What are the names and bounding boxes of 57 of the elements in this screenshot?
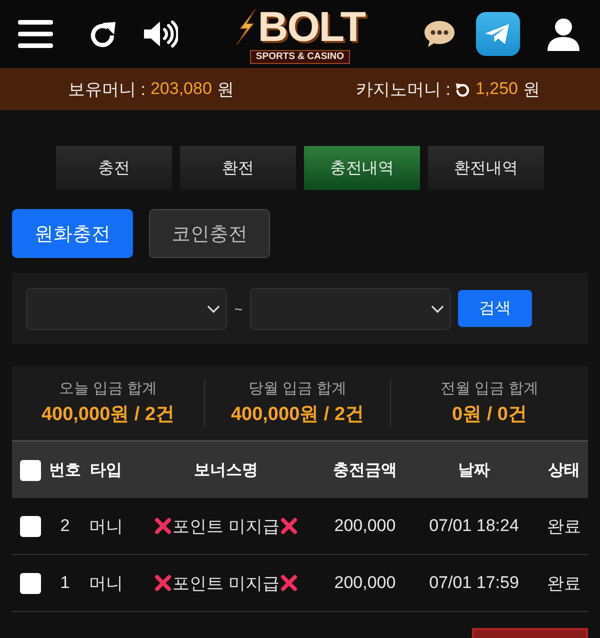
column-header: 날짜 bbox=[457, 460, 491, 480]
column-header: 충전금액 bbox=[332, 460, 398, 480]
deposit-type-button[interactable]: 원화충전 bbox=[12, 209, 133, 258]
user-icon[interactable] bbox=[547, 18, 580, 50]
table-cell-text: 1 bbox=[59, 573, 71, 593]
balance-value: 1,250 bbox=[475, 79, 518, 99]
menu-icon[interactable] bbox=[18, 20, 53, 48]
logo-text: BOLT bbox=[258, 4, 366, 48]
bonus-name: 포인트 미지급 bbox=[172, 572, 280, 594]
speaker-icon[interactable] bbox=[143, 20, 178, 48]
table-cell-text: 완료 bbox=[546, 516, 582, 538]
balance-label: 보유머니 : bbox=[68, 78, 146, 100]
refresh-icon[interactable] bbox=[88, 20, 117, 48]
table-cell-text: 머니 bbox=[88, 572, 124, 594]
tab[interactable]: 충전내역 bbox=[304, 146, 420, 190]
telegram-icon[interactable] bbox=[476, 12, 520, 56]
table-cell-text: 200,000 bbox=[333, 573, 397, 593]
total-label: 당월 입금 합계 bbox=[248, 379, 347, 398]
cross-icon bbox=[280, 517, 298, 535]
row-checkbox[interactable] bbox=[20, 516, 40, 536]
tab[interactable]: 환전 bbox=[180, 146, 296, 190]
logo-tagline: SPORTS & CASINO bbox=[250, 50, 350, 64]
cross-icon bbox=[280, 574, 298, 592]
balance-value: 203,080 bbox=[150, 79, 212, 99]
range-separator: ~ bbox=[233, 300, 244, 316]
table-cell-text: 완료 bbox=[546, 572, 582, 594]
table-cell-text: 2 bbox=[59, 516, 71, 536]
tab[interactable]: 환전내역 bbox=[428, 146, 544, 190]
chevron-icon bbox=[431, 304, 444, 312]
search-button[interactable]: 검색 bbox=[458, 290, 532, 327]
total-label: 오늘 입금 합계 bbox=[58, 379, 158, 398]
cross-icon bbox=[154, 574, 172, 592]
currency-unit: 원 bbox=[216, 78, 234, 100]
tab[interactable]: 충전 bbox=[56, 146, 172, 190]
row-checkbox[interactable] bbox=[20, 572, 40, 594]
bonus-name: 포인트 미지급 bbox=[172, 516, 280, 538]
total-value: 0원 / 0건 bbox=[452, 403, 527, 427]
column-header: 상태 bbox=[547, 460, 581, 480]
refresh-icon[interactable] bbox=[455, 82, 470, 96]
balance-label: 카지노머니 : bbox=[356, 78, 450, 100]
table-cell-text: 머니 bbox=[88, 516, 124, 538]
column-header: 번호 bbox=[48, 460, 82, 480]
chevron-icon bbox=[207, 304, 220, 312]
cross-icon bbox=[154, 517, 172, 535]
column-header: 보너스명 bbox=[193, 460, 259, 480]
table-cell-text: 200,000 bbox=[333, 516, 397, 536]
total-value: 400,000원 / 2건 bbox=[41, 403, 175, 427]
table-cell-text: 07/01 18:24 bbox=[428, 516, 520, 536]
select-all-checkbox[interactable] bbox=[20, 460, 40, 480]
currency-unit: 원 bbox=[523, 78, 540, 100]
deposit-type-button[interactable]: 코인충전 bbox=[149, 209, 270, 258]
lightning-icon bbox=[234, 8, 257, 46]
chat-icon[interactable] bbox=[424, 20, 455, 48]
total-value: 400,000원 / 2건 bbox=[230, 403, 364, 427]
column-header: 타입 bbox=[89, 460, 123, 480]
table-cell-text: 07/01 17:59 bbox=[428, 573, 520, 593]
total-label: 전월 입금 합계 bbox=[440, 379, 539, 398]
